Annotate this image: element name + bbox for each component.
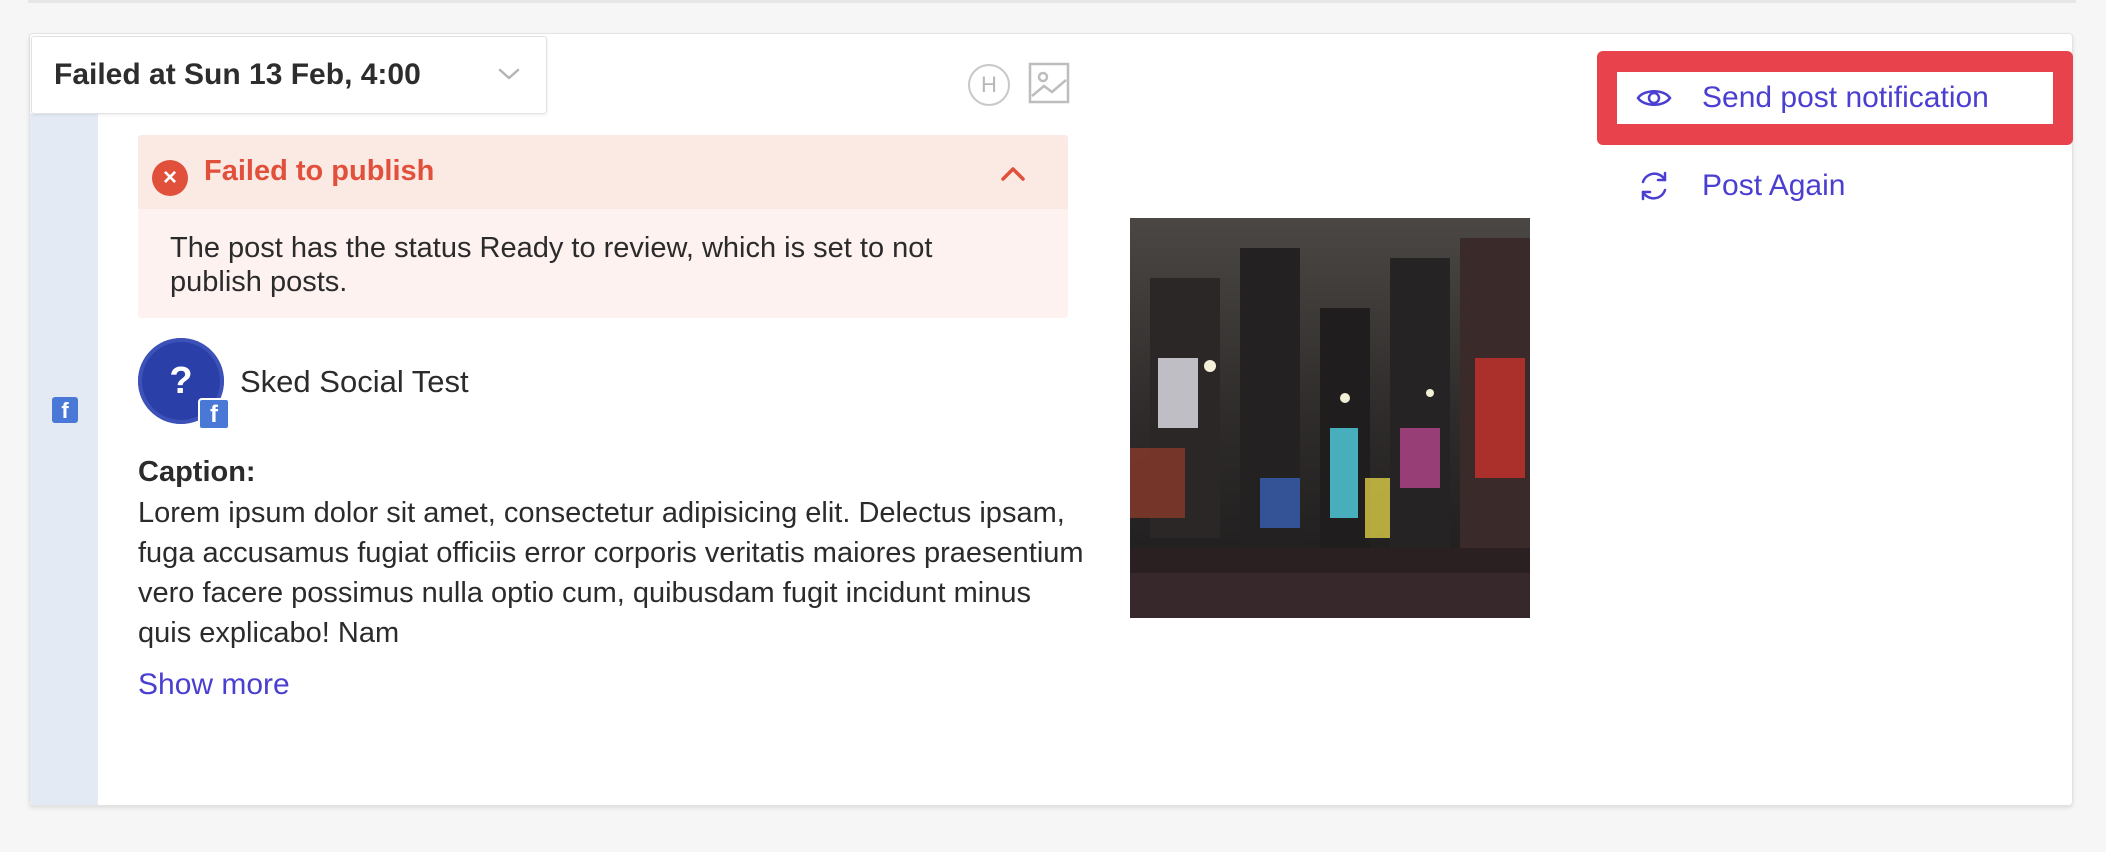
error-header[interactable]: × Failed to publish bbox=[138, 135, 1068, 209]
eye-icon bbox=[1636, 90, 1672, 106]
heading-tool-icon[interactable]: H bbox=[968, 64, 1010, 106]
error-title: Failed to publish bbox=[204, 155, 435, 187]
status-label: Failed at Sun 13 Feb, 4:00 bbox=[54, 58, 421, 91]
error-icon: × bbox=[152, 160, 188, 196]
error-message: The post has the status Ready to review,… bbox=[170, 232, 933, 298]
chevron-up-icon[interactable] bbox=[998, 161, 1028, 185]
top-divider bbox=[28, 0, 2076, 3]
status-dropdown[interactable]: Failed at Sun 13 Feb, 4:00 bbox=[31, 36, 547, 114]
post-again-button[interactable]: Post Again bbox=[1634, 160, 1845, 212]
image-tool-icon[interactable] bbox=[1028, 62, 1070, 104]
post-image[interactable] bbox=[1130, 218, 1530, 618]
post-again-label: Post Again bbox=[1702, 169, 1846, 202]
show-more-link[interactable]: Show more bbox=[138, 668, 290, 702]
facebook-icon: f bbox=[52, 397, 78, 423]
post-card: f Failed at Sun 13 Feb, 4:00 H × Failed … bbox=[29, 33, 2073, 806]
caption-label: Caption: bbox=[138, 456, 256, 488]
platform-strip: f bbox=[30, 114, 98, 805]
error-panel: × Failed to publish The post has the sta… bbox=[138, 135, 1068, 318]
caption-text: Lorem ipsum dolor sit amet, consectetur … bbox=[138, 497, 1084, 649]
account-name: Sked Social Test bbox=[240, 364, 469, 399]
chevron-down-icon bbox=[498, 68, 520, 80]
send-post-notification-label: Send post notification bbox=[1702, 81, 1989, 114]
refresh-icon bbox=[1641, 171, 1667, 201]
top-divider-area bbox=[0, 0, 2106, 8]
facebook-badge-icon: f bbox=[198, 398, 230, 430]
send-post-notification-button[interactable]: Send post notification bbox=[1634, 72, 1989, 124]
